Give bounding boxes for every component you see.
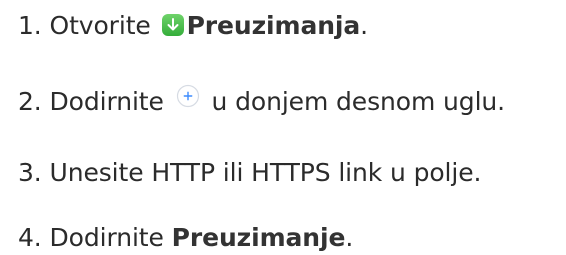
step-number: 1. — [18, 11, 42, 40]
download-app-icon — [161, 13, 185, 37]
instruction-steps: 1. Otvorite Preuzimanja. 2. Dodirnite u … — [0, 0, 566, 255]
step-number: 2. — [18, 87, 42, 116]
download-button-name: Preuzimanje — [171, 223, 346, 252]
step-1: 1. Otvorite Preuzimanja. — [18, 10, 368, 42]
step-punctuation: . — [345, 223, 354, 252]
step-text: Otvorite — [49, 11, 151, 40]
step-number: 4. — [18, 223, 42, 252]
step-4: 4. Dodirnite Preuzimanje. — [18, 222, 353, 254]
downloads-app-name: Preuzimanja — [186, 11, 361, 40]
step-2: 2. Dodirnite u donjem desnom uglu. — [18, 84, 505, 118]
step-text: u donjem desnom uglu. — [211, 87, 506, 116]
plus-circle-icon — [176, 84, 200, 108]
step-number: 3. — [18, 158, 42, 187]
step-punctuation: . — [360, 11, 369, 40]
step-text: Dodirnite — [49, 87, 164, 116]
step-text: Dodirnite — [49, 223, 164, 252]
step-text: Unesite HTTP ili HTTPS link u polje. — [49, 158, 482, 187]
step-3: 3. Unesite HTTP ili HTTPS link u polje. — [18, 157, 481, 189]
